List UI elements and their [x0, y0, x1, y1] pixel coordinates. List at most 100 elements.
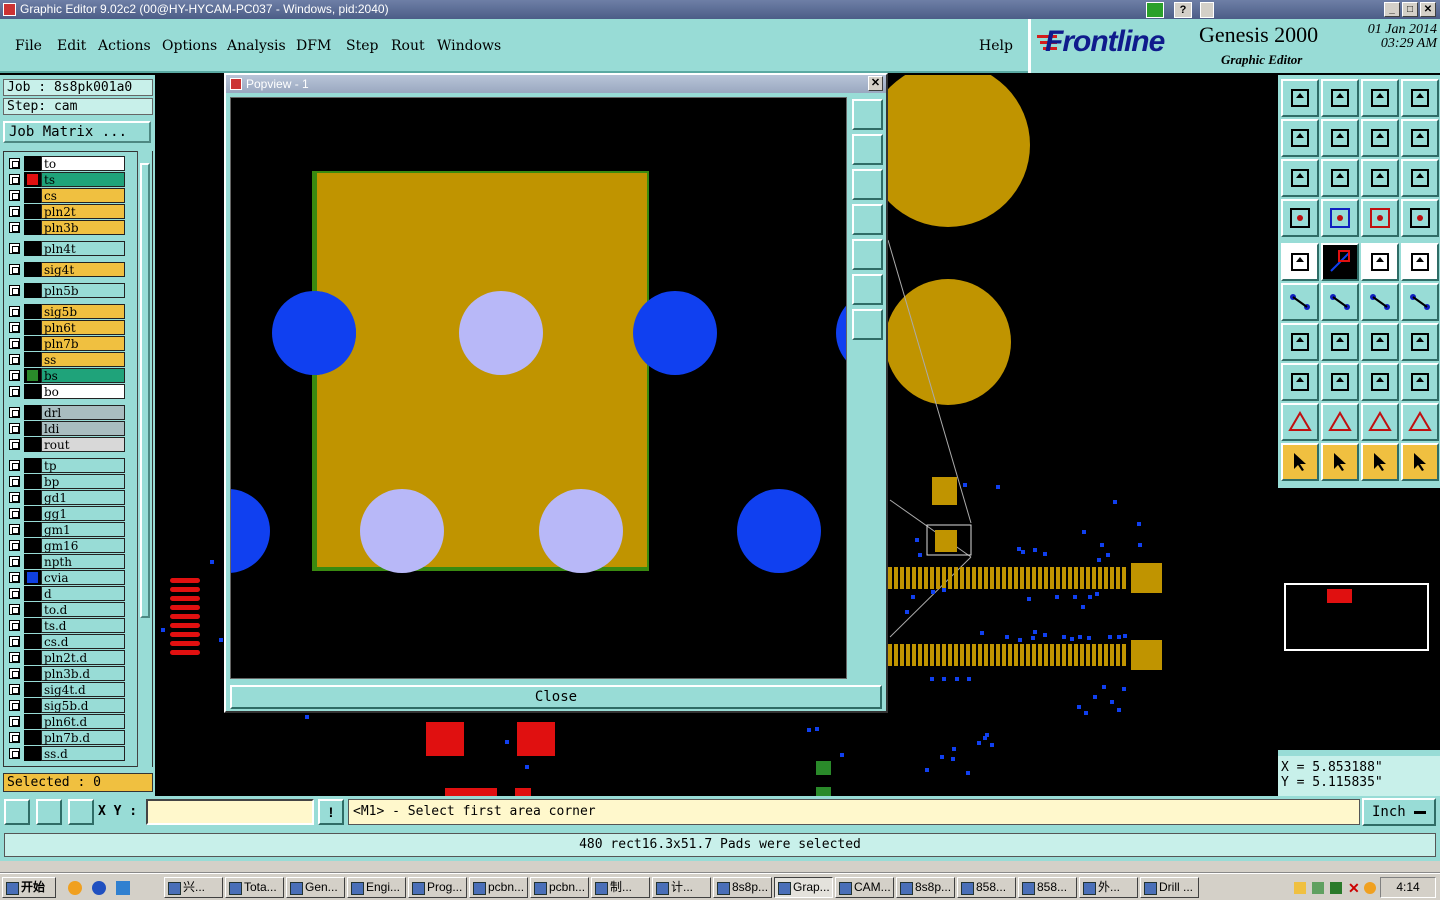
close-window-button[interactable]: ✕: [1420, 2, 1436, 17]
menu-edit[interactable]: Edit: [57, 38, 86, 54]
layer-row-ldi[interactable]: ldi: [6, 421, 126, 436]
tool-copy-icon[interactable]: [1401, 283, 1439, 321]
taskbar-item[interactable]: Tota...: [225, 877, 284, 898]
layer-row-cvia[interactable]: cvia: [6, 570, 126, 585]
layer-checkbox[interactable]: [9, 732, 20, 743]
layer-checkbox[interactable]: [9, 588, 20, 599]
tool-zoom-center-icon[interactable]: [1321, 159, 1359, 197]
layer-row-d[interactable]: d: [6, 586, 126, 601]
layer-row-cs-d[interactable]: cs.d: [6, 634, 126, 649]
layer-row-pln7b[interactable]: pln7b: [6, 336, 126, 351]
quick-launch-icon[interactable]: [116, 881, 130, 895]
taskbar-item[interactable]: Engi...: [347, 877, 406, 898]
layer-row-gm16[interactable]: gm16: [6, 538, 126, 553]
layer-checkbox[interactable]: [9, 524, 20, 535]
layer-row-ss-d[interactable]: ss.d: [6, 746, 126, 761]
tray-close-icon[interactable]: ✕: [1348, 880, 1360, 897]
tool-pan-right-icon[interactable]: [1321, 119, 1359, 157]
tool-triangle-icon[interactable]: [1281, 403, 1319, 441]
grid-snap-icon[interactable]: [68, 799, 94, 825]
menu-file[interactable]: File: [15, 38, 42, 54]
layer-checkbox[interactable]: [9, 556, 20, 567]
layer-checkbox[interactable]: [9, 190, 20, 201]
layer-row-sig4t-d[interactable]: sig4t.d: [6, 682, 126, 697]
sogou-s-icon[interactable]: [1146, 2, 1164, 18]
layer-row-gg1[interactable]: gg1: [6, 506, 126, 521]
menu-windows[interactable]: Windows: [437, 38, 501, 54]
taskbar-item[interactable]: 兴...: [164, 877, 223, 898]
tool-mirror-icon[interactable]: [1401, 323, 1439, 361]
tool-window-split-icon[interactable]: [1401, 79, 1439, 117]
tray-icon[interactable]: [1364, 882, 1376, 894]
layer-checkbox[interactable]: [9, 243, 20, 254]
tool-angle-icon[interactable]: [1281, 323, 1319, 361]
taskbar-item[interactable]: Gen...: [286, 877, 345, 898]
layer-checkbox[interactable]: [9, 222, 20, 233]
xy-input[interactable]: [146, 799, 314, 825]
layer-checkbox[interactable]: [9, 264, 20, 275]
layer-row-ss[interactable]: ss: [6, 352, 126, 367]
taskbar-item[interactable]: Grap...: [774, 877, 833, 898]
tool-redo-view-icon[interactable]: [1401, 119, 1439, 157]
layer-checkbox[interactable]: [9, 716, 20, 727]
tool-snap-red2-icon[interactable]: [1401, 199, 1439, 237]
layer-row-pln5b[interactable]: pln5b: [6, 283, 126, 298]
menu-help[interactable]: Help: [979, 38, 1013, 54]
layer-row-pln6t[interactable]: pln6t: [6, 320, 126, 335]
layer-checkbox[interactable]: [9, 652, 20, 663]
layer-checkbox[interactable]: [9, 700, 20, 711]
layer-row-pln3b[interactable]: pln3b: [6, 220, 126, 235]
tool-house-icon[interactable]: [1361, 79, 1399, 117]
layer-row-rout[interactable]: rout: [6, 437, 126, 452]
popview-close-icon[interactable]: ✕: [868, 76, 883, 91]
maximize-button[interactable]: □: [1402, 2, 1418, 17]
layer-row-sig4t[interactable]: sig4t: [6, 262, 126, 277]
alert-icon[interactable]: !: [318, 799, 344, 825]
layer-row-bp[interactable]: bp: [6, 474, 126, 489]
layer-checkbox[interactable]: [9, 423, 20, 434]
popview-tool-zoom-out-icon[interactable]: [852, 309, 883, 340]
layer-row-drl[interactable]: drl: [6, 405, 126, 420]
layer-checkbox[interactable]: [9, 508, 20, 519]
quick-launch-icon[interactable]: [92, 881, 106, 895]
quick-launch-icon[interactable]: [68, 881, 82, 895]
layer-row-pln2t[interactable]: pln2t: [6, 204, 126, 219]
tool-home-icon[interactable]: [1281, 79, 1319, 117]
layer-checkbox[interactable]: [9, 174, 20, 185]
layer-checkbox[interactable]: [9, 386, 20, 397]
tool-select-touch-icon[interactable]: [1361, 443, 1399, 481]
taskbar-item[interactable]: 计...: [652, 877, 711, 898]
layer-row-pln6t-d[interactable]: pln6t.d: [6, 714, 126, 729]
job-matrix-button[interactable]: Job Matrix ...: [3, 121, 151, 143]
layer-checkbox[interactable]: [9, 572, 20, 583]
layer-checkbox[interactable]: [9, 322, 20, 333]
popview-canvas[interactable]: [230, 97, 847, 679]
tool-delete-node-icon[interactable]: [1321, 283, 1359, 321]
layer-row-gm1[interactable]: gm1: [6, 522, 126, 537]
menu-options[interactable]: Options: [162, 38, 217, 54]
taskbar-item[interactable]: 858...: [1018, 877, 1077, 898]
tool-zoom-fit-icon[interactable]: [1281, 159, 1319, 197]
tool-grid-icon[interactable]: [1321, 199, 1359, 237]
overview-minimap[interactable]: [1278, 488, 1440, 750]
scrollbar-thumb[interactable]: [140, 163, 150, 618]
popview-tool-zoom-window-icon[interactable]: [852, 99, 883, 130]
layer-row-gd1[interactable]: gd1: [6, 490, 126, 505]
help-question-icon[interactable]: ?: [1174, 2, 1192, 18]
start-button[interactable]: 开始: [2, 877, 56, 898]
popview-tool-pan-down-icon[interactable]: [852, 169, 883, 200]
layer-checkbox[interactable]: [9, 439, 20, 450]
tool-edit-shape-icon[interactable]: [1321, 243, 1359, 281]
layer-checkbox[interactable]: [9, 370, 20, 381]
popview-tool-pan-left-icon[interactable]: [852, 204, 883, 235]
snap-icon[interactable]: [4, 799, 30, 825]
scroll-arrows-icon[interactable]: [1200, 2, 1214, 18]
tool-add-feature-icon[interactable]: [1281, 243, 1319, 281]
tool-polygon-cut-icon[interactable]: [1401, 403, 1439, 441]
layer-row-npth[interactable]: npth: [6, 554, 126, 569]
layer-checkbox[interactable]: [9, 492, 20, 503]
tool-polygon-icon[interactable]: [1321, 403, 1359, 441]
layer-checkbox[interactable]: [9, 206, 20, 217]
taskbar-item[interactable]: pcbn...: [469, 877, 528, 898]
unit-selector[interactable]: Inch: [1362, 798, 1436, 826]
